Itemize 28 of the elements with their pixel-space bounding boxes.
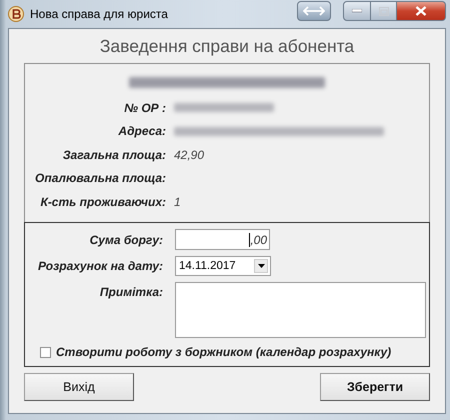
note-field[interactable] [175,282,426,338]
field-value: 42,90 [174,148,206,162]
window-title: Нова справа для юриста [30,7,168,21]
field-label: К-сть проживаючих: [39,194,166,209]
minimize-button[interactable] [343,1,371,21]
close-icon [415,6,427,16]
field-label: Адреса: [117,124,166,138]
field-label: Загальна площа: [62,148,166,162]
dialog-heading: Заведення справи на абонента [98,35,356,58]
field-label: Примітка: [98,284,163,299]
date-dropdown[interactable]: 14.11.2017 [175,256,271,276]
app-icon [8,6,24,22]
resize-button[interactable] [297,1,331,21]
close-button[interactable] [397,1,446,21]
double-arrow-icon [303,6,325,16]
amount-field[interactable]: ,00 [175,229,270,250]
field-label: Опалювальна площа: [34,171,166,186]
exit-button[interactable]: Вихід [24,373,134,401]
checkbox[interactable] [40,346,51,358]
field-label: Сума боргу: [88,232,163,246]
field-label: № ОР : [123,100,166,115]
maximize-button[interactable] [371,1,397,21]
field-label: Розрахунок на дату: [36,259,163,273]
save-button[interactable]: Зберегти [320,373,430,401]
maximize-icon [378,6,388,16]
checkbox-label: Створити роботу з боржником (календар розрахунку) [56,345,392,359]
field-value: 1 [174,194,182,209]
minimize-icon [352,9,362,13]
